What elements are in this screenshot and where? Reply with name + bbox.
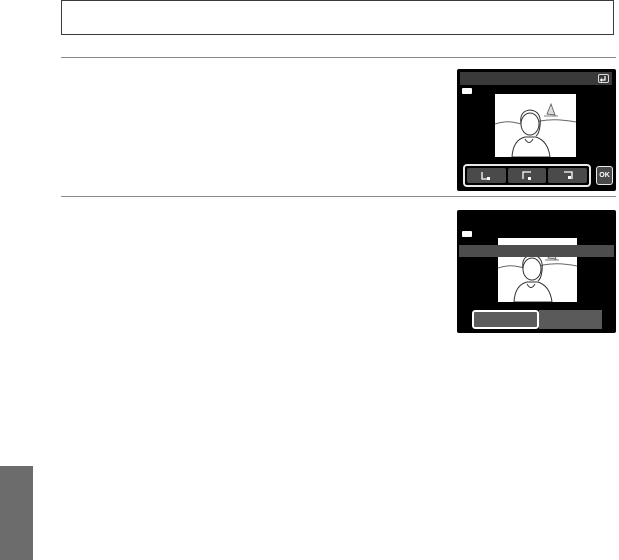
- battery-icon: [462, 88, 472, 94]
- rotate-right-icon: [522, 170, 531, 180]
- battery-icon: [462, 231, 472, 237]
- header-box: [61, 0, 614, 35]
- rotate-right-button[interactable]: [507, 168, 547, 183]
- rotate-upside-button[interactable]: [548, 168, 588, 183]
- choice-no[interactable]: [539, 310, 602, 329]
- return-icon[interactable]: [598, 74, 609, 83]
- dialog-bar: [459, 245, 614, 257]
- rotate-upside-icon: [563, 170, 573, 179]
- camera-screen-rotate: OK: [457, 69, 616, 191]
- step-divider-2: [61, 196, 616, 197]
- rotate-left-icon: [481, 171, 491, 180]
- preview-photo: [495, 94, 576, 157]
- choice-yes[interactable]: [471, 309, 540, 330]
- ok-button[interactable]: OK: [596, 166, 613, 185]
- screen-title-bar: [460, 72, 612, 85]
- rotate-left-button[interactable]: [467, 168, 506, 183]
- choice-row: [471, 309, 602, 330]
- rotate-controls: [463, 164, 591, 187]
- section-tab: [0, 466, 33, 560]
- camera-screen-confirm: [457, 210, 616, 333]
- step-divider-1: [61, 57, 616, 58]
